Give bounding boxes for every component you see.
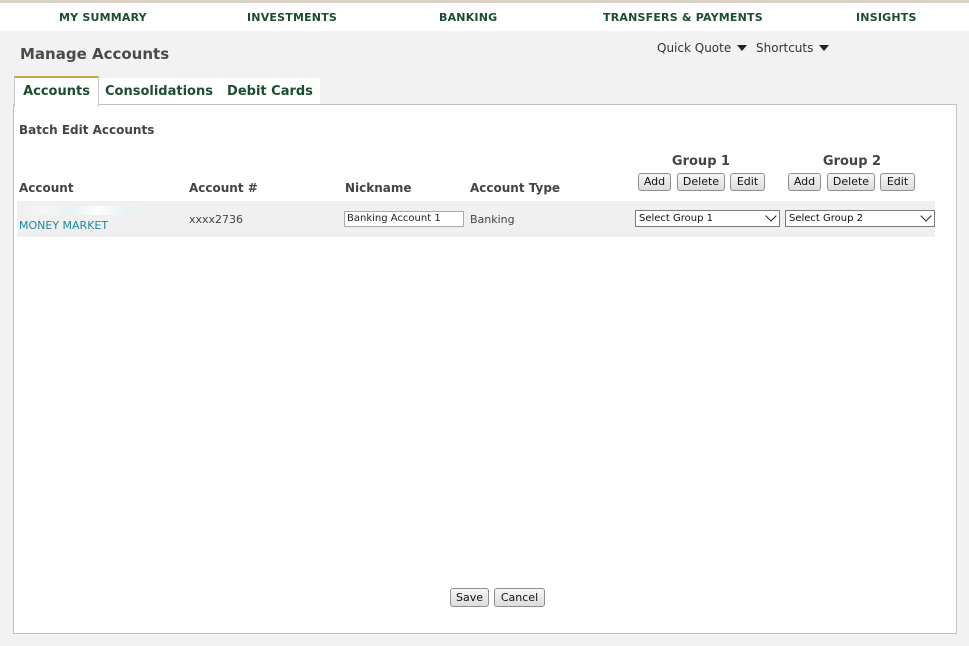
group1-select[interactable]: Select Group 1 bbox=[635, 210, 780, 227]
group2-heading: Group 2 bbox=[822, 154, 882, 169]
save-button[interactable]: Save bbox=[450, 588, 489, 607]
column-header-account: Account bbox=[19, 181, 74, 195]
nav-transfers-payments[interactable]: TRANSFERS & PAYMENTS bbox=[603, 11, 763, 24]
nav-banking[interactable]: BANKING bbox=[439, 11, 497, 24]
redacted-account-name bbox=[19, 206, 151, 215]
top-navigation: MY SUMMARY INVESTMENTS BANKING TRANSFERS… bbox=[0, 3, 969, 31]
shortcuts-label: Shortcuts bbox=[756, 41, 814, 55]
tab-accounts[interactable]: Accounts bbox=[14, 76, 99, 107]
group2-select-value: Select Group 2 bbox=[789, 213, 864, 224]
account-number-cell: xxxx2736 bbox=[189, 213, 244, 226]
chevron-down-icon bbox=[765, 210, 777, 222]
section-title: Batch Edit Accounts bbox=[19, 123, 155, 137]
column-header-account-type: Account Type bbox=[470, 181, 561, 195]
quick-quote-menu[interactable]: Quick Quote bbox=[657, 41, 748, 55]
group2-delete-button[interactable]: Delete bbox=[827, 173, 875, 191]
column-header-account-number: Account # bbox=[189, 181, 258, 195]
column-header-nickname: Nickname bbox=[345, 181, 412, 195]
group1-edit-button[interactable]: Edit bbox=[730, 173, 765, 191]
shortcuts-menu[interactable]: Shortcuts bbox=[756, 41, 830, 55]
group1-heading: Group 1 bbox=[671, 154, 731, 169]
group1-select-value: Select Group 1 bbox=[639, 213, 714, 224]
page-title: Manage Accounts bbox=[20, 45, 170, 63]
account-type-cell: Banking bbox=[470, 213, 515, 226]
group2-add-button[interactable]: Add bbox=[788, 173, 821, 191]
tab-debit-cards[interactable]: Debit Cards bbox=[220, 78, 320, 104]
group1-delete-button[interactable]: Delete bbox=[677, 173, 725, 191]
group1-add-button[interactable]: Add bbox=[638, 173, 671, 191]
chevron-down-icon bbox=[920, 210, 932, 222]
nav-insights[interactable]: INSIGHTS bbox=[856, 11, 917, 24]
nav-my-summary[interactable]: MY SUMMARY bbox=[59, 11, 147, 24]
cancel-button[interactable]: Cancel bbox=[494, 588, 545, 607]
caret-down-icon bbox=[819, 45, 830, 51]
account-name-link[interactable]: MONEY MARKET bbox=[19, 219, 108, 232]
tab-consolidations[interactable]: Consolidations bbox=[98, 78, 220, 104]
quick-quote-label: Quick Quote bbox=[657, 41, 732, 55]
group2-edit-button[interactable]: Edit bbox=[880, 173, 915, 191]
nav-investments[interactable]: INVESTMENTS bbox=[247, 11, 337, 24]
nickname-input[interactable]: Banking Account 1 bbox=[344, 211, 464, 227]
caret-down-icon bbox=[737, 45, 748, 51]
group2-select[interactable]: Select Group 2 bbox=[785, 210, 935, 227]
